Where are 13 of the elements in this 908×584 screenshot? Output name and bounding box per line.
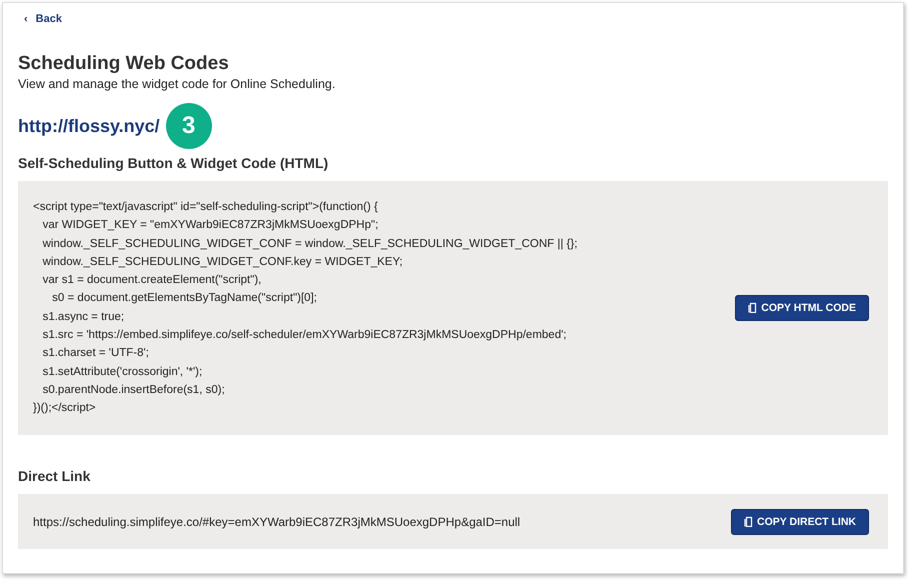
back-link[interactable]: ‹ Back <box>18 9 68 29</box>
direct-link-url: https://scheduling.simplifeye.co/#key=emXYWarb9iEC87ZR3jMkMSUoexgDPHp&gaID=null <box>33 514 520 529</box>
copy-icon <box>748 302 758 314</box>
html-code: <script type="text/javascript" id="self-scheduling-script">(function() { var WIDGET_KEY = "emXYWarb9iEC87ZR3jMkMSUoexgDPHp"; window._SELF_SCHEDULING_WIDGET_CONF = window._SELF_SCHEDULING_WIDGET_CONF || {}; window._SELF_SCHEDULING_WIDGET_CONF.key = WIDGET_KEY; var s1 = document.createElement("script"), s0 = document.getElementsByTagName("script")[0]; s1.async = true; s1.src = 'https://embed.simplifeye.co/self-scheduler/emXYWarb9iEC87ZR3jMkMSUoexgDPHp/embed'; s1.charset = 'UTF-8'; s1.setAttribute('crossorigin', '*'); s0.parentNode.insertBefore(s1, s0); })();</script> <box>33 200 578 416</box>
copy-icon <box>744 516 754 528</box>
copy-html-button[interactable]: COPY HTML CODE <box>735 294 869 321</box>
site-url-link[interactable]: http://flossy.nyc/ <box>18 116 160 136</box>
section-heading: Self-Scheduling Button & Widget Code (HTML) <box>18 155 330 171</box>
copy-link-button[interactable]: COPY DIRECT LINK <box>731 508 869 535</box>
section-heading: Direct Link <box>18 468 92 484</box>
page-subtitle: View and manage the widget code for Online Scheduling. <box>18 77 336 91</box>
page-title: Scheduling Web Codes <box>18 53 230 75</box>
step-badge: 3 <box>166 103 212 149</box>
